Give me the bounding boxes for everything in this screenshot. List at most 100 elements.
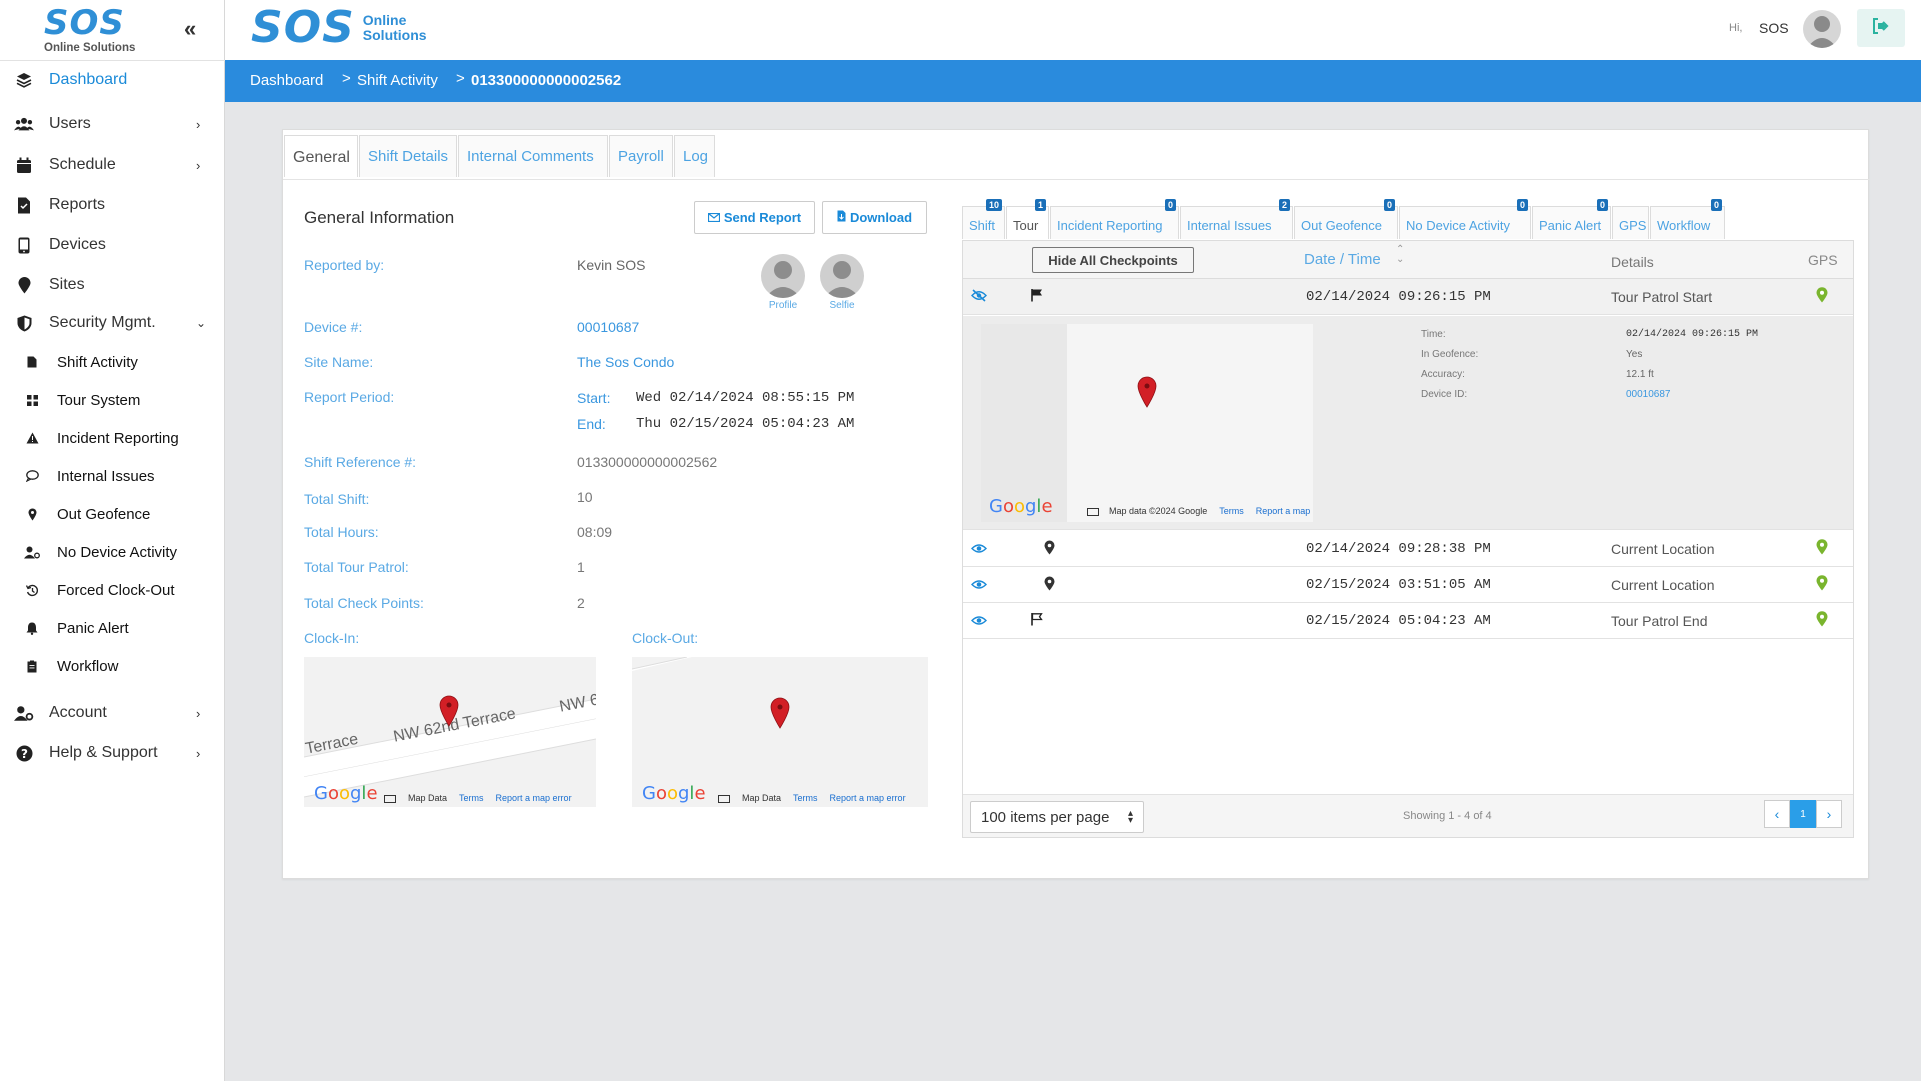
table-row[interactable]: 02/14/2024 09:28:38 PM Current Location <box>963 531 1853 567</box>
right-tab-tour[interactable]: Tour 1 <box>1006 199 1049 239</box>
map-terms-link[interactable]: Terms <box>793 793 818 803</box>
sidebar-item-label: Account <box>49 704 107 721</box>
tab-internal-comments[interactable]: Internal Comments <box>458 135 608 177</box>
gps-pin-icon[interactable] <box>1816 287 1828 308</box>
clock-in-map[interactable]: Terrace NW 62nd Terrace NW 6 Google Map … <box>304 657 596 807</box>
right-tab-internal-issues[interactable]: Internal Issues 2 <box>1180 199 1293 239</box>
tab-payroll[interactable]: Payroll <box>609 135 673 177</box>
sidebar-sub-workflow[interactable]: Workflow <box>0 652 225 680</box>
grid-footer: 100 items per page ▴ ▾ Showing 1 - 4 of 4… <box>963 794 1853 837</box>
sidebar-sub-panic-alert[interactable]: Panic Alert <box>0 614 225 642</box>
column-header-datetime[interactable]: Date / Time <box>1304 251 1381 268</box>
logout-button[interactable] <box>1857 9 1905 47</box>
end-label: End: <box>577 416 606 432</box>
breadcrumb-dashboard[interactable]: Dashboard <box>250 72 323 89</box>
right-tab-workflow[interactable]: Workflow 0 <box>1650 199 1725 239</box>
gps-pin-icon[interactable] <box>1816 611 1828 632</box>
map-terms-link[interactable]: Terms <box>1219 506 1244 516</box>
gps-pin-icon[interactable] <box>1816 539 1828 560</box>
map-footer: Map data ©2024 Google Terms Report a map e… <box>1087 506 1313 516</box>
sidebar-sub-incident-reporting[interactable]: Incident Reporting <box>0 424 225 452</box>
detail-map-left <box>981 324 1067 522</box>
profile-photo[interactable]: Profile <box>761 254 805 311</box>
sidebar-sub-forced-clock-out[interactable]: Forced Clock-Out <box>0 576 225 604</box>
map-terms-link[interactable]: Terms <box>459 793 484 803</box>
table-row[interactable]: 02/15/2024 03:51:05 AM Current Location <box>963 567 1853 603</box>
right-tab-out-geofence[interactable]: Out Geofence 0 <box>1294 199 1398 239</box>
sidebar-item-sites[interactable]: Sites <box>0 269 225 301</box>
clock-out-map[interactable]: Google Map Data Terms Report a map error <box>632 657 928 807</box>
map-report-error-link[interactable]: Report a map error <box>1256 506 1313 516</box>
tab-shift-details[interactable]: Shift Details <box>359 135 457 177</box>
right-tab-incident-reporting[interactable]: Incident Reporting 0 <box>1050 199 1179 239</box>
device-link[interactable]: 00010687 <box>577 319 639 335</box>
right-tab-shift[interactable]: Shift 10 <box>962 199 1005 239</box>
avatar[interactable] <box>1803 10 1841 48</box>
eye-slash-icon[interactable] <box>971 289 987 307</box>
eye-icon[interactable] <box>971 577 987 595</box>
collapse-sidebar-icon[interactable]: « <box>184 16 196 42</box>
sidebar-item-reports[interactable]: Reports <box>0 189 225 221</box>
question-circle-icon: ? <box>14 743 34 763</box>
right-tab-panic-alert[interactable]: Panic Alert 0 <box>1532 199 1611 239</box>
report-period-label: Report Period: <box>304 389 395 405</box>
count-badge: 0 <box>1710 199 1722 211</box>
map-report-error-link[interactable]: Report a map error <box>496 793 572 803</box>
gps-pin-icon[interactable] <box>1816 575 1828 596</box>
count-badge: 0 <box>1383 199 1395 211</box>
previous-page-button[interactable]: ‹ <box>1764 800 1790 828</box>
detail-map[interactable]: Map data ©2024 Google Terms Report a map e… <box>1067 324 1313 522</box>
hide-all-checkpoints-button[interactable]: Hide All Checkpoints <box>1032 247 1194 273</box>
table-row[interactable]: 02/14/2024 09:26:15 PM Tour Patrol Start <box>963 279 1853 315</box>
right-tab-no-device-activity[interactable]: No Device Activity 0 <box>1399 199 1531 239</box>
items-per-page-select[interactable]: 100 items per page ▴ ▾ <box>970 801 1144 833</box>
sidebar-item-help-support[interactable]: ? Help & Support › <box>0 737 225 769</box>
page-button-1[interactable]: 1 <box>1790 800 1816 828</box>
table-row[interactable]: 02/15/2024 05:04:23 AM Tour Patrol End <box>963 603 1853 639</box>
sidebar-item-devices[interactable]: Devices <box>0 229 225 261</box>
send-report-button[interactable]: Send Report <box>694 201 815 234</box>
right-tab-gps[interactable]: GPS <box>1612 206 1649 239</box>
download-button[interactable]: Download <box>822 201 927 234</box>
tab-general[interactable]: General <box>284 135 358 177</box>
map-report-error-link[interactable]: Report a map error <box>830 793 906 803</box>
eye-icon[interactable] <box>971 613 987 631</box>
tab-log[interactable]: Log <box>674 135 715 177</box>
sidebar-sub-tour-system[interactable]: Tour System <box>0 386 225 414</box>
sidebar-sub-label: Workflow <box>57 657 119 675</box>
sidebar-item-users[interactable]: Users › <box>0 108 225 140</box>
select-arrows-icon: ▴ ▾ <box>1127 808 1133 826</box>
sidebar-sub-internal-issues[interactable]: Internal Issues <box>0 462 225 490</box>
svg-text:?: ? <box>21 747 28 761</box>
sidebar-item-label: Devices <box>49 236 106 253</box>
sidebar-item-security-mgmt[interactable]: Security Mgmt. ⌄ <box>0 307 225 339</box>
selfie-photo[interactable]: Selfie <box>820 254 864 311</box>
row-details: Current Location <box>1611 577 1715 593</box>
sidebar-item-account[interactable]: Account › <box>0 697 225 729</box>
map-data-label: Map Data <box>742 793 782 803</box>
row-datetime: 02/15/2024 03:51:05 AM <box>1306 577 1491 593</box>
header-logo[interactable]: SOS Online Solutions <box>251 6 427 50</box>
clock-in-label: Clock-In: <box>304 630 360 646</box>
sidebar-sub-label: Forced Clock-Out <box>57 581 175 599</box>
row-datetime: 02/14/2024 09:28:38 PM <box>1306 541 1491 557</box>
sidebar-item-schedule[interactable]: Schedule › <box>0 149 225 181</box>
sidebar-sub-shift-activity[interactable]: Shift Activity <box>0 348 225 376</box>
download-label: Download <box>849 210 913 225</box>
shift-reference-value: 013300000000002562 <box>577 454 718 470</box>
device-id-link[interactable]: 00010687 <box>1626 389 1671 400</box>
breadcrumb-shift-activity[interactable]: Shift Activity <box>357 72 438 89</box>
time-label: Time: <box>1421 329 1446 340</box>
count-badge: 1 <box>1034 199 1046 211</box>
sidebar-item-dashboard[interactable]: Dashboard <box>0 64 225 96</box>
right-tab-label: Incident Reporting <box>1057 218 1163 233</box>
google-logo: Google <box>989 496 1053 517</box>
shield-icon <box>14 313 34 333</box>
site-name-link[interactable]: The Sos Condo <box>577 354 674 370</box>
sidebar-sub-out-geofence[interactable]: Out Geofence <box>0 500 225 528</box>
sidebar-sub-no-device-activity[interactable]: No Device Activity <box>0 538 225 566</box>
eye-icon[interactable] <box>971 541 987 559</box>
google-logo: Google <box>314 783 378 804</box>
sort-icon[interactable]: ⌃ ⌄ <box>1396 245 1404 265</box>
next-page-button[interactable]: › <box>1816 800 1842 828</box>
